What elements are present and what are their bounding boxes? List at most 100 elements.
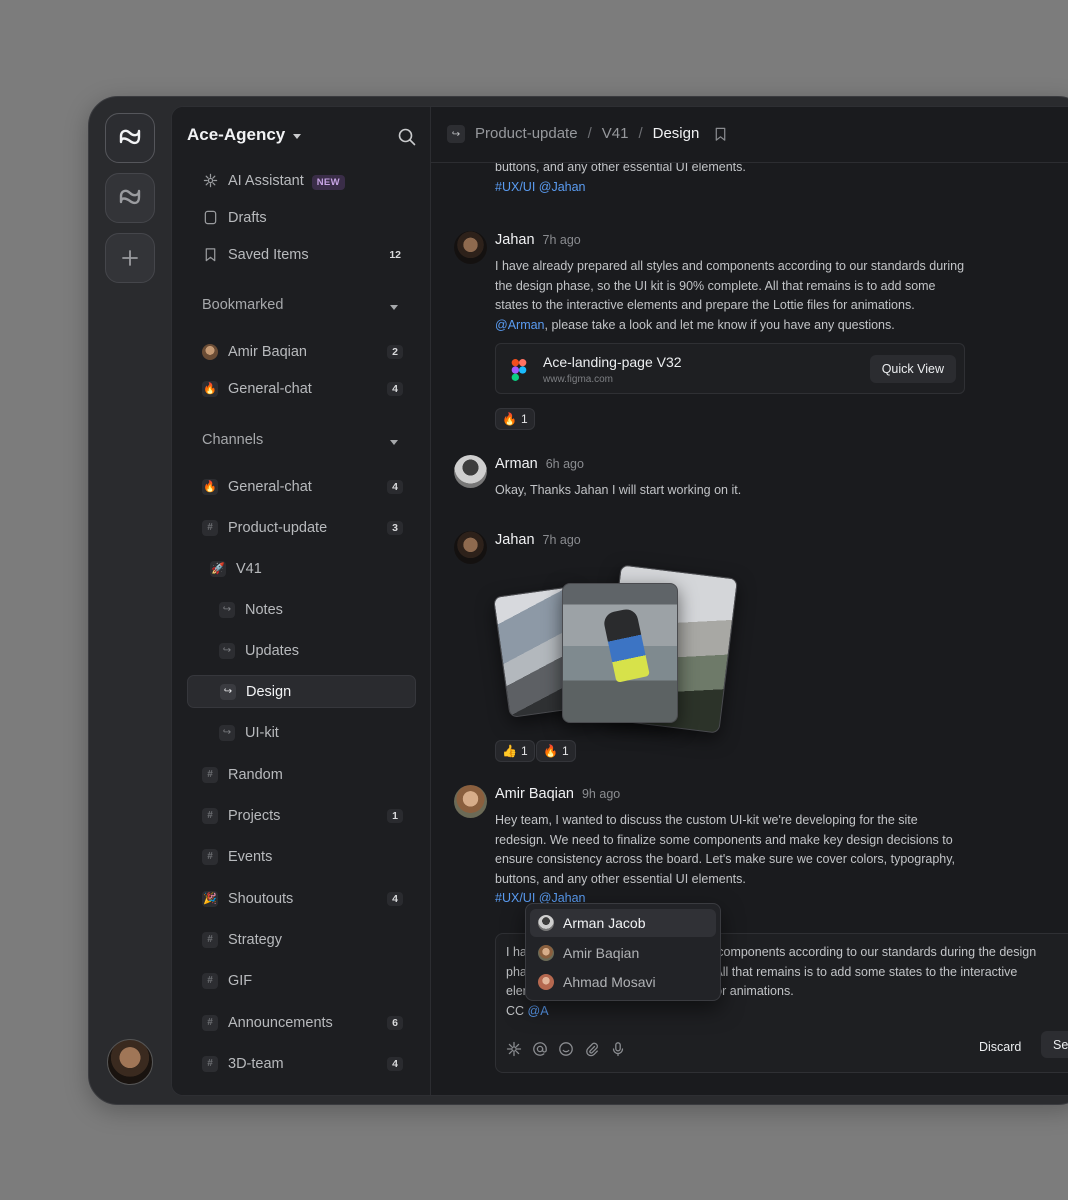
author-name[interactable]: Amir Baqian	[495, 786, 574, 802]
file-attachment[interactable]: Ace-landing-page V32 www.figma.com Quick…	[495, 343, 965, 394]
draft-icon	[202, 210, 218, 226]
message-header: Arman 6h ago	[495, 456, 584, 472]
sidebar-item-events[interactable]: # Events	[187, 840, 416, 873]
plus-icon	[122, 250, 138, 266]
main-panel: ↪ Product-update / V41 / Design buttons,…	[431, 107, 1068, 1095]
mention-arman[interactable]: @Arman	[495, 318, 545, 332]
workspace-name[interactable]: Ace-Agency	[187, 125, 302, 145]
message-text: I have already prepared all styles and c…	[495, 259, 965, 332]
at-mention-icon[interactable]	[532, 1041, 548, 1057]
sidebar-item-label: General-chat	[228, 478, 312, 495]
sidebar-item-label: Amir Baqian	[228, 343, 307, 360]
send-button[interactable]: Send	[1041, 1031, 1068, 1058]
reaction-thumbs-up[interactable]: 👍 1	[495, 740, 535, 762]
rocket-icon: 🚀	[210, 560, 226, 577]
author-name[interactable]: Jahan	[495, 232, 535, 248]
sidebar-item-label: Saved Items	[228, 246, 309, 263]
avatar	[538, 945, 554, 961]
discard-button[interactable]: Discard	[979, 1036, 1021, 1058]
sidebar-item-label: Notes	[245, 601, 283, 618]
microphone-icon[interactable]	[610, 1041, 626, 1057]
avatar-arman[interactable]	[454, 455, 487, 488]
quick-view-button[interactable]: Quick View	[869, 355, 956, 383]
emoji-icon[interactable]	[558, 1041, 574, 1057]
file-url: www.figma.com	[543, 374, 614, 385]
image-attachment[interactable]	[562, 583, 678, 723]
workspace-switcher-ace[interactable]	[105, 113, 155, 163]
timestamp: 9h ago	[581, 787, 621, 801]
sidebar-item-ui-kit[interactable]: ↪ UI-kit	[187, 716, 416, 749]
breadcrumb-item-v41[interactable]: V41	[602, 125, 629, 142]
collapse-channels-icon[interactable]	[390, 440, 398, 445]
sidebar-item-label: V41	[236, 560, 262, 577]
message-tags[interactable]: #UX/UI @Jahan	[495, 178, 975, 198]
sidebar-item-drafts[interactable]: Drafts	[187, 201, 416, 234]
bookmark-icon[interactable]	[713, 126, 728, 142]
sidebar-item-notes[interactable]: ↪ Notes	[187, 593, 416, 626]
sidebar-item-projects[interactable]: # Projects 1	[187, 799, 416, 832]
sidebar-item-label: Shoutouts	[228, 890, 294, 907]
reaction-count: 1	[520, 412, 528, 426]
sidebar-item-label: GIF	[228, 972, 253, 989]
breadcrumb-item-design: Design	[652, 125, 700, 142]
message-feed: buttons, and any other essential UI elem…	[431, 163, 1068, 1095]
message-text: Hey team, I wanted to discuss the custom…	[495, 813, 956, 906]
attachment-icon[interactable]	[584, 1041, 600, 1057]
breadcrumb-item-product-update[interactable]: Product-update	[475, 125, 578, 142]
mention-suggestions: Arman Jacob Amir Baqian Ahmad Mosavi	[525, 903, 721, 1001]
sidebar-item-gif[interactable]: # GIF	[187, 964, 416, 997]
message-header: Jahan 7h ago	[495, 232, 581, 248]
sidebar-item-3d-team[interactable]: # 3D-team 4	[187, 1047, 416, 1080]
fire-icon: 🔥	[543, 744, 558, 758]
hash-icon: #	[202, 519, 218, 536]
sidebar-item-label: Random	[228, 766, 283, 783]
sidebar-item-amir-baqian[interactable]: Amir Baqian 2	[187, 335, 416, 368]
sidebar-item-shoutouts[interactable]: 🎉 Shoutouts 4	[187, 882, 416, 915]
sidebar-item-ai-assistant[interactable]: AI Assistant NEW	[187, 164, 416, 197]
hash-icon: #	[202, 766, 218, 783]
sidebar-item-design[interactable]: ↪ Design	[187, 675, 416, 708]
sparkle-icon	[202, 173, 218, 189]
unread-count: 4	[387, 479, 403, 494]
timestamp: 6h ago	[545, 457, 584, 471]
sidebar-item-updates[interactable]: ↪ Updates	[187, 634, 416, 667]
sparkle-icon[interactable]	[506, 1041, 522, 1057]
workspace-switcher-secondary[interactable]	[105, 173, 155, 223]
sidebar-item-product-update[interactable]: # Product-update 3	[187, 511, 416, 544]
sidebar-item-general-chat-bookmark[interactable]: 🔥 General-chat 4	[187, 372, 416, 405]
sidebar-item-strategy[interactable]: # Strategy	[187, 923, 416, 956]
search-icon[interactable]	[397, 127, 417, 147]
sidebar-item-general-chat[interactable]: 🔥 General-chat 4	[187, 470, 416, 503]
sidebar-item-label: Projects	[228, 807, 281, 824]
file-title: Ace-landing-page V32	[543, 354, 682, 370]
device-frame: Ace-Agency AI Assistant NEW Drafts Saved …	[88, 96, 1068, 1105]
sidebar-item-saved-items[interactable]: Saved Items 12	[187, 238, 416, 271]
ace-logo-icon	[119, 129, 141, 145]
add-workspace-button[interactable]	[105, 233, 155, 283]
mention-option[interactable]: Ahmad Mosavi	[530, 968, 716, 996]
unread-count: 3	[387, 520, 403, 535]
reaction-fire[interactable]: 🔥 1	[536, 740, 576, 762]
user-avatar[interactable]	[107, 1039, 153, 1085]
chevron-down-icon	[293, 133, 302, 139]
fire-icon: 🔥	[202, 380, 218, 397]
author-name[interactable]: Arman	[495, 456, 538, 472]
unread-count: 12	[389, 248, 401, 261]
avatar-jahan[interactable]	[454, 531, 487, 564]
avatar-jahan[interactable]	[454, 231, 487, 264]
fire-icon: 🔥	[502, 412, 517, 426]
mention-draft: @A	[527, 1003, 549, 1018]
author-name[interactable]: Jahan	[495, 532, 535, 548]
sidebar-item-announcements[interactable]: # Announcements 6	[187, 1006, 416, 1039]
mention-option[interactable]: Arman Jacob	[530, 909, 716, 937]
reaction-fire[interactable]: 🔥 1	[495, 408, 535, 430]
sidebar-item-label: UI-kit	[245, 724, 279, 741]
hash-icon: #	[202, 972, 218, 989]
message-text: buttons, and any other essential UI elem…	[495, 163, 975, 197]
avatar-amir-baqian[interactable]	[454, 785, 487, 818]
sidebar-item-v41[interactable]: 🚀 V41	[187, 552, 416, 585]
collapse-bookmarked-icon[interactable]	[390, 305, 398, 310]
mention-option[interactable]: Amir Baqian	[530, 939, 716, 967]
sidebar-item-random[interactable]: # Random	[187, 758, 416, 791]
avatar	[202, 343, 218, 360]
